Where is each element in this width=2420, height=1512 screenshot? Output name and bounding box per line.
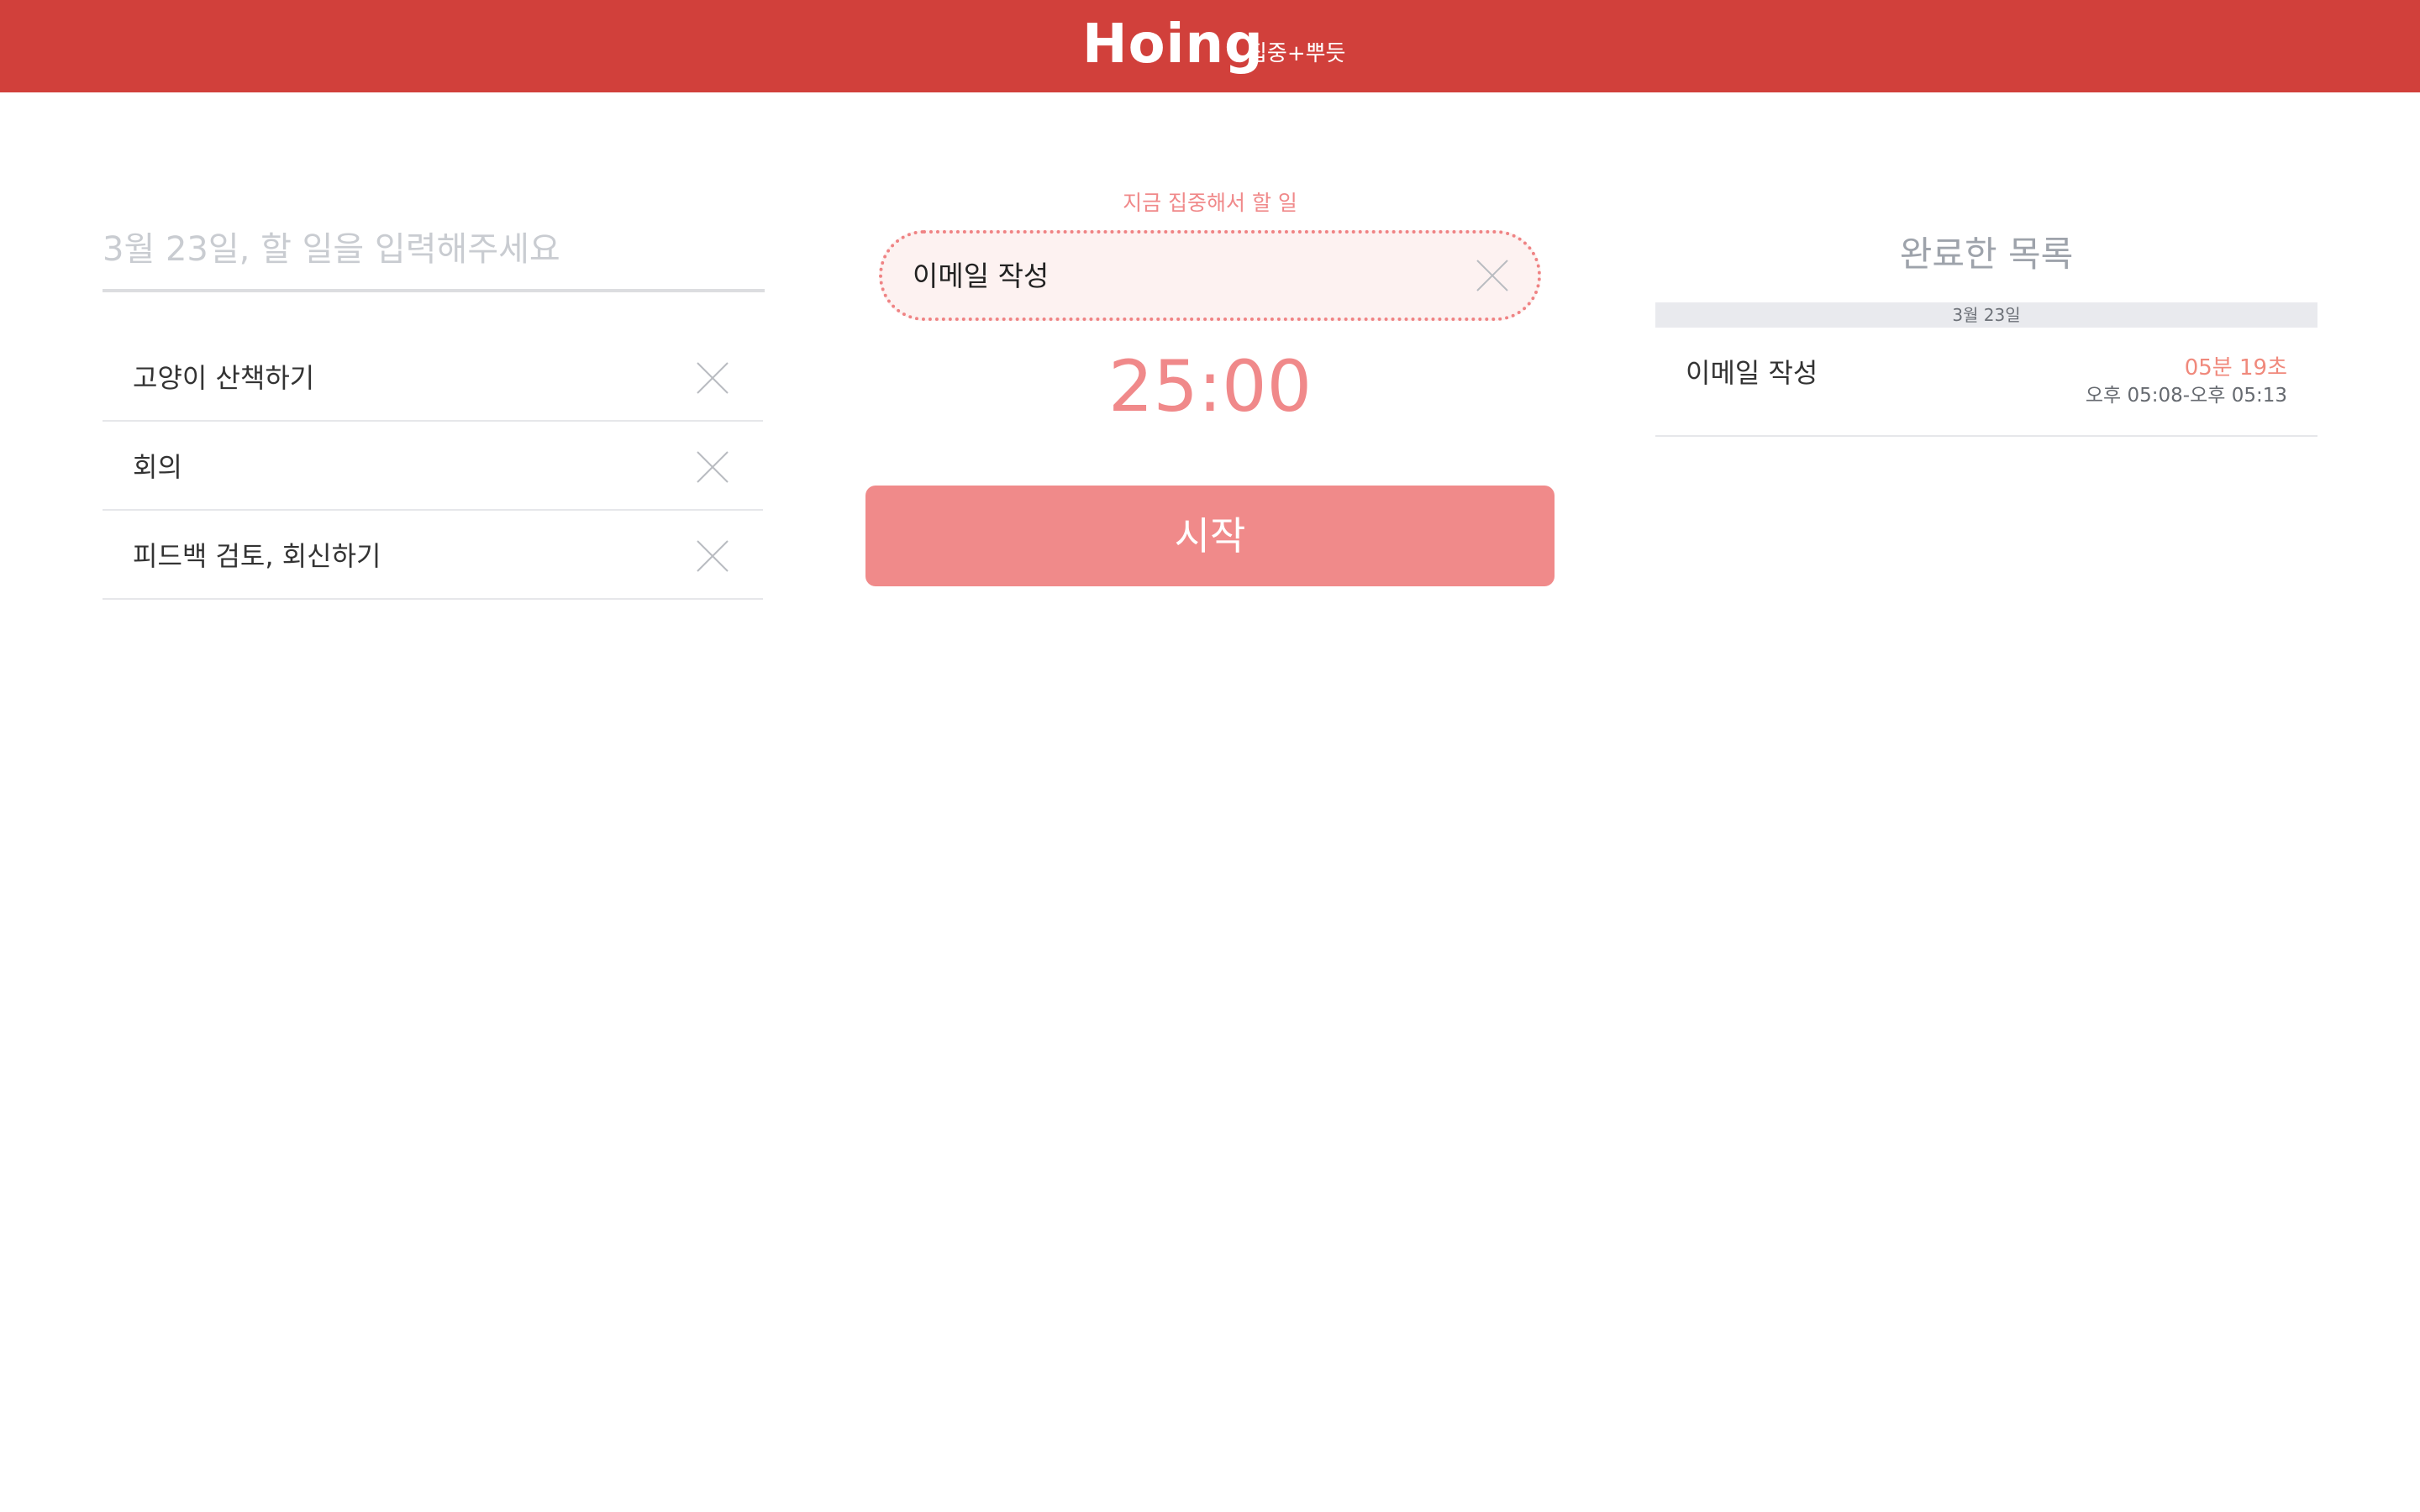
todo-item[interactable]: 고양이 산책하기 [103,333,763,422]
focus-caption: 지금 집중해서 할 일 [1123,191,1297,215]
focus-task-box[interactable]: 이메일 작성 [879,230,1541,321]
completed-date-header: 3월 23일 [1655,302,2317,328]
completed-item-label: 이메일 작성 [1686,357,1818,389]
close-icon[interactable] [696,539,729,573]
todo-item-label: 고양이 산책하기 [133,362,315,394]
completed-item: 이메일 작성 05분 19초 오후 05:08-오후 05:13 [1655,328,2317,437]
todo-item-label: 회의 [133,451,182,483]
todo-list: 고양이 산책하기 회의 피드백 검토, 회신하기 [103,333,763,600]
completed-title: 완료한 목록 [1899,234,2074,275]
timer-display: 25:00 [1107,345,1313,428]
todo-item[interactable]: 회의 [103,422,763,511]
app-header: Hoing 집중+뿌듯 [0,0,2420,92]
close-icon[interactable] [696,361,729,395]
completed-item-time-range: 오후 05:08-오후 05:13 [2085,385,2287,407]
focus-task-label: 이메일 작성 [913,260,1050,292]
app-tagline: 집중+뿌듯 [1247,41,1346,66]
completed-item-duration: 05분 19초 [2184,355,2287,381]
todo-item-label: 피드백 검토, 회신하기 [133,540,381,572]
todo-item[interactable]: 피드백 검토, 회신하기 [103,511,763,600]
start-button[interactable]: 시작 [865,486,1555,586]
todo-input[interactable] [103,212,765,287]
app-logo: Hoing [1082,13,1264,76]
todo-input-container [103,212,765,292]
close-icon[interactable] [696,450,729,484]
close-icon[interactable] [1476,259,1509,292]
